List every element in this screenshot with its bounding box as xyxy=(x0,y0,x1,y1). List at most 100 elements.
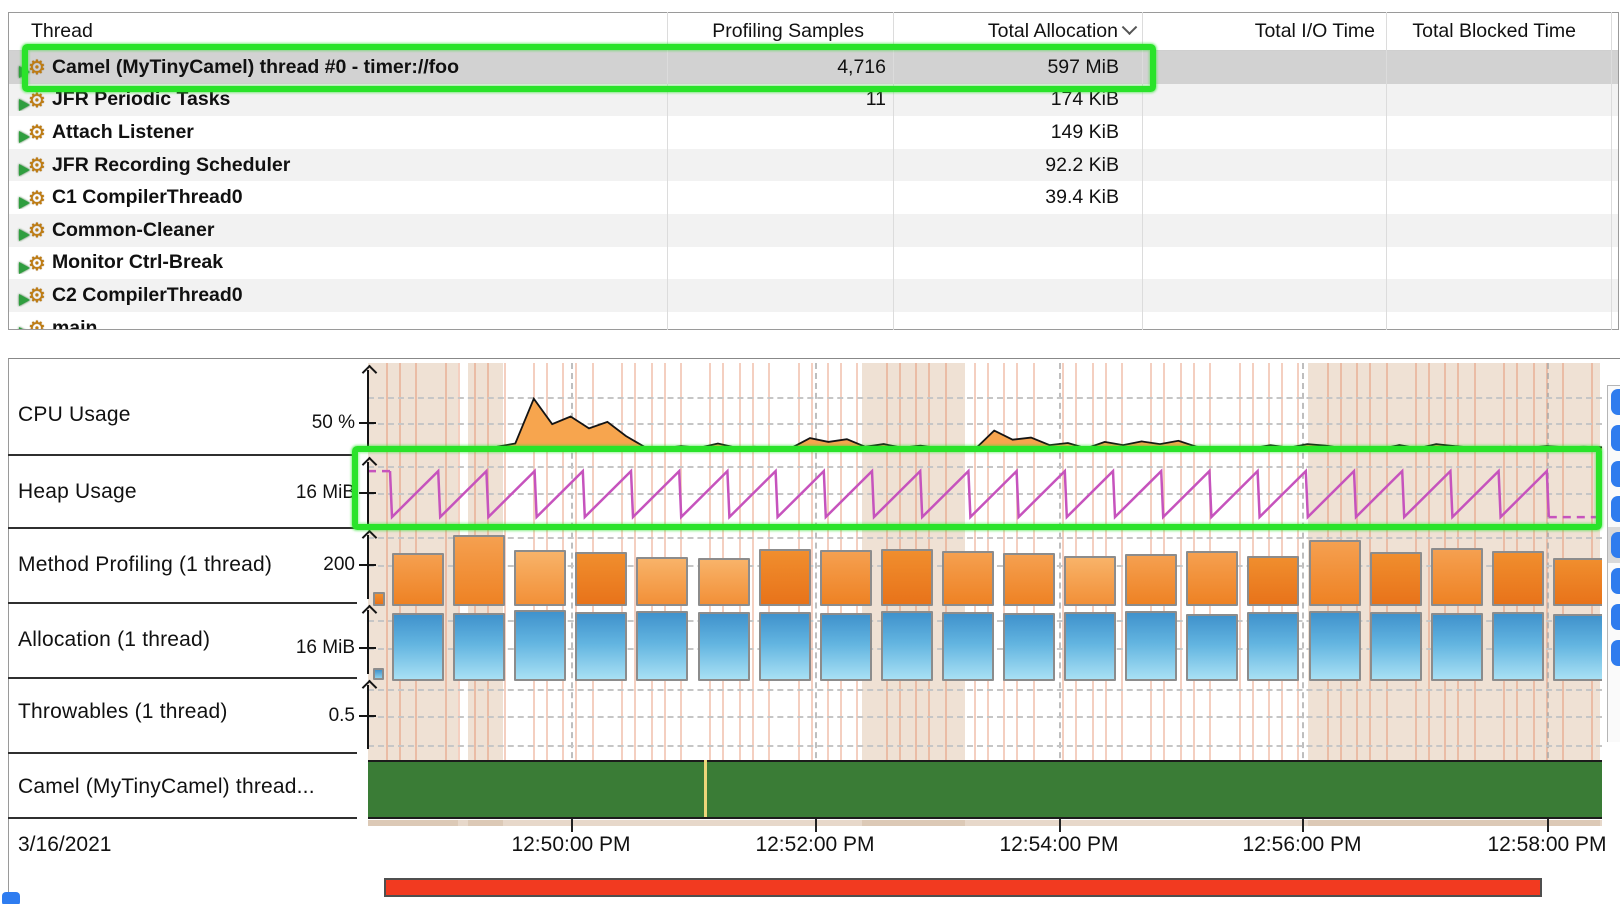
column-header-profiling-samples[interactable]: Profiling Samples xyxy=(668,20,894,43)
column-divider xyxy=(1611,12,1612,330)
axis-tick-value: 16 MiB xyxy=(0,637,355,659)
gear-icon: ⚙ xyxy=(28,122,46,142)
play-icon xyxy=(19,164,30,176)
allocation-bar xyxy=(1553,614,1602,681)
method-profiling-bar xyxy=(1186,551,1238,606)
method-profiling-bar xyxy=(1492,551,1544,606)
y-axis-tick xyxy=(359,564,376,566)
time-tick xyxy=(571,819,573,832)
time-tick xyxy=(1302,819,1304,832)
time-tick xyxy=(815,819,817,832)
allocation-bar xyxy=(373,668,384,680)
thread-name: main xyxy=(52,317,98,330)
y-axis-tick xyxy=(359,715,376,717)
value-gridline xyxy=(368,716,1602,718)
side-button[interactable] xyxy=(1611,640,1620,666)
table-row[interactable]: ⚙ C2 CompilerThread0 xyxy=(9,279,1618,312)
axis-band-segment xyxy=(862,820,965,826)
method-profiling-bar xyxy=(373,592,385,606)
table-row[interactable]: ⚙main xyxy=(9,312,1618,330)
method-profiling-bar xyxy=(942,551,994,606)
allocation-bar xyxy=(1003,613,1055,681)
side-button[interactable] xyxy=(1611,532,1620,558)
value-gridline xyxy=(368,537,1602,539)
cpu-usage-chart xyxy=(368,363,1602,455)
table-row[interactable]: ⚙ Monitor Ctrl-Break xyxy=(9,247,1618,280)
gear-icon: ⚙ xyxy=(28,285,46,305)
column-header-total-io-time[interactable]: Total I/O Time xyxy=(1143,20,1387,43)
thread-name-cell: ⚙ Monitor Ctrl-Break xyxy=(9,251,668,274)
row-divider xyxy=(8,817,357,819)
allocation-bar xyxy=(820,613,872,681)
method-profiling-bar xyxy=(1247,556,1299,606)
time-axis-line xyxy=(368,817,1602,819)
gear-icon: ⚙ xyxy=(28,155,46,175)
thread-name-cell: ⚙Attach Listener xyxy=(9,121,668,144)
play-icon xyxy=(19,229,30,241)
profiler-window: Thread Profiling Samples Total Allocatio… xyxy=(0,0,1620,904)
column-header-total-blocked-time[interactable]: Total Blocked Time xyxy=(1387,20,1618,43)
method-profiling-bar xyxy=(1064,556,1116,606)
method-profiling-bar xyxy=(575,552,627,606)
gear-icon: ⚙ xyxy=(28,253,46,273)
table-row[interactable]: ⚙JFR Recording Scheduler92.2 KiB xyxy=(9,149,1618,182)
time-tick-label: 12:58:00 PM xyxy=(1457,833,1607,857)
row-label-camel-mytinycamel-thread[interactable]: Camel (MyTinyCamel) thread... xyxy=(18,775,315,799)
thread-name-cell: ⚙ C2 CompilerThread0 xyxy=(9,284,668,307)
allocation-bar xyxy=(453,613,505,681)
allocation-bar xyxy=(1186,614,1238,682)
lane-event-marker xyxy=(704,760,707,817)
allocation-bar xyxy=(881,611,933,682)
row-divider xyxy=(8,752,357,754)
axis-band-segment xyxy=(1308,820,1600,826)
allocation-bar xyxy=(1492,612,1544,681)
side-button[interactable] xyxy=(1611,604,1620,630)
axis-band-segment xyxy=(368,820,458,826)
date-label: 3/16/2021 xyxy=(18,833,111,857)
timeline-range-scrollbar[interactable] xyxy=(384,878,1542,897)
allocation-bar xyxy=(514,610,566,681)
allocation-bar xyxy=(1064,612,1116,681)
play-icon xyxy=(19,262,30,274)
time-tick-label: 12:56:00 PM xyxy=(1212,833,1392,857)
corner-button[interactable] xyxy=(2,892,20,904)
method-profiling-bar xyxy=(636,557,688,606)
column-header-total-allocation[interactable]: Total Allocation xyxy=(894,20,1143,43)
table-row[interactable]: ⚙Attach Listener149 KiB xyxy=(9,116,1618,149)
row-divider xyxy=(8,454,357,456)
axis-band-segment xyxy=(468,820,503,826)
column-header-thread[interactable]: Thread xyxy=(9,20,668,43)
chart-plot-area[interactable] xyxy=(368,363,1602,818)
side-button[interactable] xyxy=(1611,568,1620,594)
method-profiling-bar xyxy=(1309,540,1361,606)
sort-chevron-down-icon xyxy=(1122,20,1138,35)
method-profiling-bar xyxy=(1370,552,1422,606)
axis-tick-value: 16 MiB xyxy=(0,482,355,504)
table-body: ⚙Camel (MyTinyCamel) thread #0 - timer:/… xyxy=(9,51,1618,330)
cell-total-allocation: 39.4 KiB xyxy=(894,186,1143,209)
table-row[interactable]: ⚙C1 CompilerThread039.4 KiB xyxy=(9,181,1618,214)
method-profiling-bar xyxy=(1003,553,1055,606)
thread-name-cell: ⚙main xyxy=(9,317,668,330)
thread-name: Monitor Ctrl-Break xyxy=(52,251,223,274)
thread-name: C2 CompilerThread0 xyxy=(52,284,243,307)
axis-tick-value: 200 xyxy=(0,554,355,576)
method-profiling-bar xyxy=(392,553,444,606)
thread-name-cell: ⚙JFR Recording Scheduler xyxy=(9,154,668,177)
side-button[interactable] xyxy=(1611,389,1620,415)
thread-activity-lane xyxy=(368,760,1602,818)
side-button[interactable] xyxy=(1611,425,1620,451)
allocation-bar xyxy=(1431,613,1483,681)
allocation-bar xyxy=(1309,611,1361,681)
value-gridline xyxy=(368,745,1602,747)
allocation-bar xyxy=(636,611,688,681)
time-tick-label: 12:50:00 PM xyxy=(481,833,661,857)
row-divider xyxy=(8,527,357,529)
axis-band-strip xyxy=(368,820,1602,826)
side-button[interactable] xyxy=(1611,461,1620,487)
allocation-bar xyxy=(1247,612,1299,681)
play-icon xyxy=(19,99,30,111)
table-row[interactable]: ⚙Common-Cleaner xyxy=(9,214,1618,247)
row-divider xyxy=(8,677,357,679)
side-button[interactable] xyxy=(1611,496,1620,522)
